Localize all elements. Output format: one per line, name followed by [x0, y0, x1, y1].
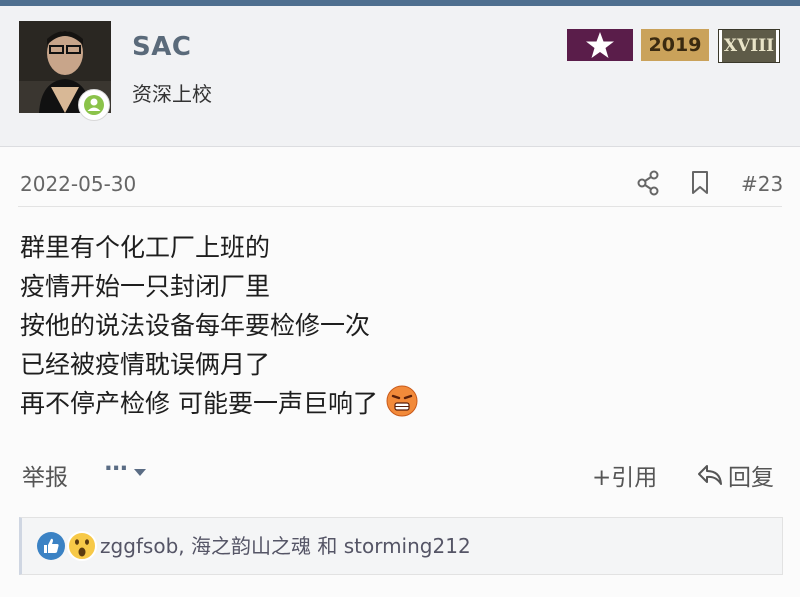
likes-users[interactable]: zggfsob, 海之韵山之魂 和 storming212 — [100, 530, 471, 559]
username[interactable]: SAC — [132, 32, 191, 62]
bookmark-icon[interactable] — [690, 170, 710, 200]
star-icon — [586, 32, 614, 58]
post-line: 疫情开始一只封闭厂里 — [20, 272, 271, 301]
reply-label: 回复 — [728, 465, 774, 491]
quote-button[interactable]: +引用 — [592, 458, 657, 492]
user-online-icon — [84, 95, 104, 115]
online-status-badge — [78, 89, 110, 121]
post-last-line: 再不停产检修 可能要一声巨响了 — [20, 384, 418, 423]
likes-box: zggfsob, 海之韵山之魂 和 storming212 — [19, 517, 783, 575]
user-header: SAC 资深上校 2019 XVIII — [0, 6, 800, 147]
thumbs-up-icon[interactable] — [36, 531, 66, 565]
roman-medal[interactable]: XVIII — [718, 29, 780, 63]
share-icon[interactable] — [636, 170, 660, 200]
reply-button[interactable]: 回复 — [696, 458, 774, 492]
post-line: 已经被疫情耽误俩月了 — [20, 350, 271, 379]
angry-face-emoji — [386, 385, 418, 417]
post-line: 再不停产检修 可能要一声巨响了 — [20, 389, 378, 418]
post-line: 群里有个化工厂上班的 — [20, 233, 271, 262]
year-medal[interactable]: 2019 — [641, 29, 709, 61]
star-medal[interactable] — [567, 29, 633, 61]
post-floor-number[interactable]: #23 — [741, 172, 783, 196]
report-button[interactable]: 举报 — [22, 458, 68, 492]
wow-face-icon[interactable] — [66, 530, 98, 566]
post-date: 2022-05-30 — [20, 172, 137, 196]
user-rank: 资深上校 — [132, 82, 212, 106]
post-line: 按他的说法设备每年要检修一次 — [20, 311, 371, 340]
more-label: ··· — [104, 456, 128, 482]
reply-arrow-icon — [698, 465, 722, 485]
divider — [18, 206, 782, 207]
post-content: 群里有个化工厂上班的 疫情开始一只封闭厂里 按他的说法设备每年要检修一次 已经被… — [20, 228, 418, 423]
more-options-button[interactable]: ··· — [104, 456, 147, 483]
chevron-down-icon — [133, 457, 147, 483]
